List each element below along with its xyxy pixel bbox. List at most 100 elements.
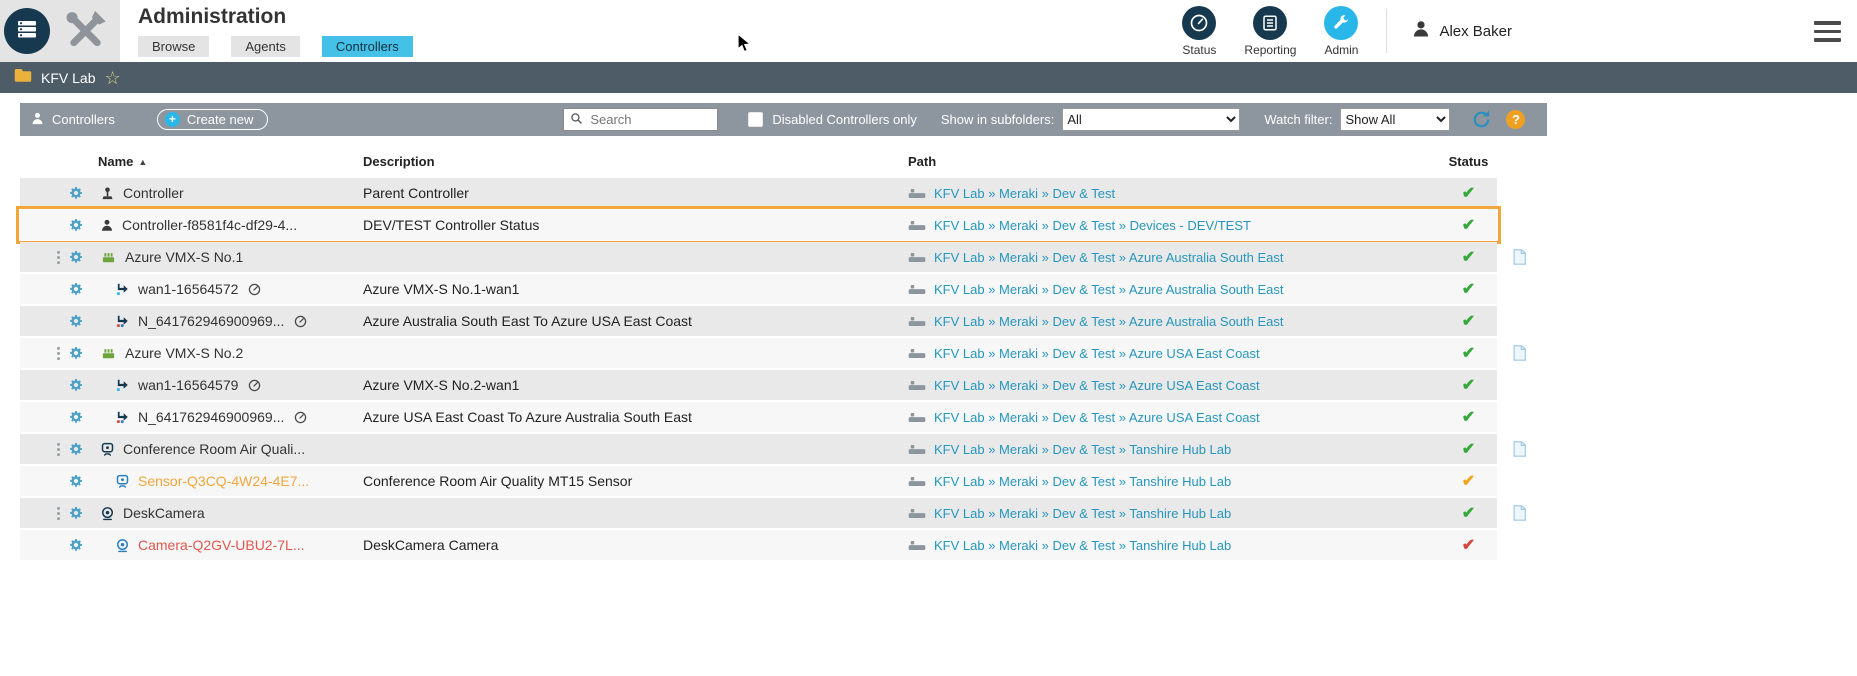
logo-block: [0, 0, 120, 62]
table-row: Sensor-Q3CQ-4W24-4E7... Conference Room A…: [20, 466, 1547, 496]
table-row: wan1-16564579 Azure VMX-S No.2-wan1 KFV La…: [20, 370, 1547, 400]
row-name-link[interactable]: wan1-16564572: [138, 281, 238, 297]
row-name-link[interactable]: Azure VMX-S No.1: [125, 249, 243, 265]
gear-icon[interactable]: [68, 537, 84, 553]
refresh-icon[interactable]: [1472, 110, 1491, 129]
app-logo[interactable]: [4, 8, 50, 54]
gear-icon[interactable]: [68, 377, 84, 393]
subfolders-select[interactable]: All: [1062, 108, 1241, 131]
row-path-link[interactable]: KFV Lab » Meraki » Dev & Test: [934, 186, 1115, 201]
column-header-description[interactable]: Description: [363, 154, 908, 169]
flow-icon: [115, 410, 130, 424]
drag-handle-icon[interactable]: [56, 250, 61, 265]
path-device-icon: [908, 540, 926, 551]
favorite-star-icon[interactable]: ☆: [104, 69, 120, 87]
row-description: Azure USA East Coast To Azure Australia …: [363, 409, 692, 425]
nav-status-label: Status: [1182, 42, 1217, 57]
help-icon[interactable]: ?: [1506, 110, 1526, 129]
drag-handle-icon[interactable]: [56, 506, 61, 521]
table-row: N_641762946900969... Azure USA East Coast…: [20, 402, 1547, 432]
row-path-link[interactable]: KFV Lab » Meraki » Dev & Test » Tanshire…: [934, 474, 1231, 489]
nav-admin[interactable]: Admin: [1324, 5, 1359, 57]
agent-icon: [100, 218, 114, 233]
disabled-only-label: Disabled Controllers only: [772, 112, 917, 127]
controllers-table: Name ▲ Description Path Status Controlle…: [16, 154, 1547, 560]
row-path-link[interactable]: KFV Lab » Meraki » Dev & Test » Azure US…: [934, 378, 1260, 393]
copy-icon[interactable]: [1513, 441, 1526, 457]
device-icon: [100, 250, 117, 265]
user-name: Alex Baker: [1439, 22, 1512, 40]
copy-icon[interactable]: [1513, 345, 1526, 361]
status-check-icon: ✔: [1461, 249, 1476, 266]
row-name-link[interactable]: Controller: [123, 185, 184, 201]
row-path-link[interactable]: KFV Lab » Meraki » Dev & Test » Devices …: [934, 218, 1251, 233]
row-name-link[interactable]: DeskCamera: [123, 505, 205, 521]
path-device-icon: [908, 220, 926, 231]
row-description: DeskCamera Camera: [363, 537, 499, 553]
create-new-button[interactable]: + Create new: [156, 109, 269, 130]
row-name-link[interactable]: wan1-16564579: [138, 377, 238, 393]
gear-icon[interactable]: [68, 281, 84, 297]
table-row: Conference Room Air Quali... KFV Lab » Me…: [20, 434, 1547, 464]
drag-handle-icon[interactable]: [56, 442, 61, 457]
nav-status[interactable]: Status: [1182, 5, 1217, 57]
gear-icon[interactable]: [68, 185, 84, 201]
nav-admin-label: Admin: [1324, 42, 1359, 57]
tab-browse[interactable]: Browse: [138, 36, 210, 57]
nav-reporting[interactable]: Reporting: [1244, 5, 1296, 57]
tab-agents[interactable]: Agents: [231, 36, 300, 57]
path-device-icon: [908, 508, 926, 519]
row-path-link[interactable]: KFV Lab » Meraki » Dev & Test » Azure Au…: [934, 250, 1284, 265]
gear-icon[interactable]: [68, 441, 84, 457]
gear-icon[interactable]: [68, 505, 84, 521]
row-name-link[interactable]: Azure VMX-S No.2: [125, 345, 243, 361]
column-header-path[interactable]: Path: [908, 154, 1440, 169]
top-header: Administration Browse Agents Controllers…: [0, 0, 1857, 62]
watch-filter-label: Watch filter:: [1264, 112, 1333, 127]
row-path-link[interactable]: KFV Lab » Meraki » Dev & Test » Azure Au…: [934, 314, 1284, 329]
row-name-link[interactable]: N_641762946900969...: [138, 409, 284, 425]
copy-icon[interactable]: [1513, 505, 1526, 521]
watch-filter-select[interactable]: Show All: [1340, 108, 1451, 131]
gear-icon[interactable]: [68, 313, 84, 329]
gear-icon[interactable]: [68, 345, 84, 361]
table-body: Controller Parent Controller KFV Lab » Mer…: [16, 178, 1547, 560]
status-gauge-icon: [1182, 5, 1217, 40]
row-name-link[interactable]: N_641762946900969...: [138, 313, 284, 329]
gear-icon[interactable]: [68, 249, 84, 265]
tab-controllers[interactable]: Controllers: [321, 36, 413, 57]
row-path-link[interactable]: KFV Lab » Meraki » Dev & Test » Azure Au…: [934, 282, 1284, 297]
interface-icon: [115, 282, 130, 296]
camera-icon: [115, 538, 130, 553]
row-path-link[interactable]: KFV Lab » Meraki » Dev & Test » Azure US…: [934, 410, 1260, 425]
gear-icon[interactable]: [68, 473, 84, 489]
row-name-link[interactable]: Camera-Q2GV-UBU2-7L...: [138, 537, 305, 553]
breadcrumb[interactable]: KFV Lab: [41, 70, 95, 86]
path-device-icon: [908, 252, 926, 263]
copy-icon[interactable]: [1513, 249, 1526, 265]
row-path-link[interactable]: KFV Lab » Meraki » Dev & Test » Tanshire…: [934, 506, 1231, 521]
page-title: Administration: [138, 5, 287, 28]
row-path-link[interactable]: KFV Lab » Meraki » Dev & Test » Azure US…: [934, 346, 1260, 361]
row-path-link[interactable]: KFV Lab » Meraki » Dev & Test » Tanshire…: [934, 538, 1231, 553]
sort-ascending-icon: ▲: [138, 156, 148, 167]
user-menu[interactable]: Alex Baker: [1386, 9, 1512, 53]
row-name-link[interactable]: Sensor-Q3CQ-4W24-4E7...: [138, 473, 309, 489]
row-name-link[interactable]: Controller-f8581f4c-df29-4...: [122, 217, 297, 233]
column-header-name[interactable]: Name ▲: [90, 154, 363, 169]
folder-icon: [14, 68, 32, 87]
gauge-icon: [294, 411, 307, 424]
header-tabs: Browse Agents Controllers: [138, 36, 413, 57]
row-description: Azure VMX-S No.2-wan1: [363, 377, 520, 393]
search-input[interactable]: [588, 111, 707, 128]
gear-icon[interactable]: [68, 217, 84, 233]
gear-icon[interactable]: [68, 409, 84, 425]
breadcrumb-bar: KFV Lab ☆: [0, 62, 1857, 93]
row-path-link[interactable]: KFV Lab » Meraki » Dev & Test » Tanshire…: [934, 442, 1231, 457]
row-name-link[interactable]: Conference Room Air Quali...: [123, 441, 305, 457]
disabled-only-checkbox[interactable]: [748, 112, 764, 127]
drag-handle-icon[interactable]: [56, 346, 61, 361]
column-header-status[interactable]: Status: [1440, 154, 1497, 169]
row-description: Azure VMX-S No.1-wan1: [363, 281, 520, 297]
hamburger-menu-icon[interactable]: [1814, 21, 1841, 42]
